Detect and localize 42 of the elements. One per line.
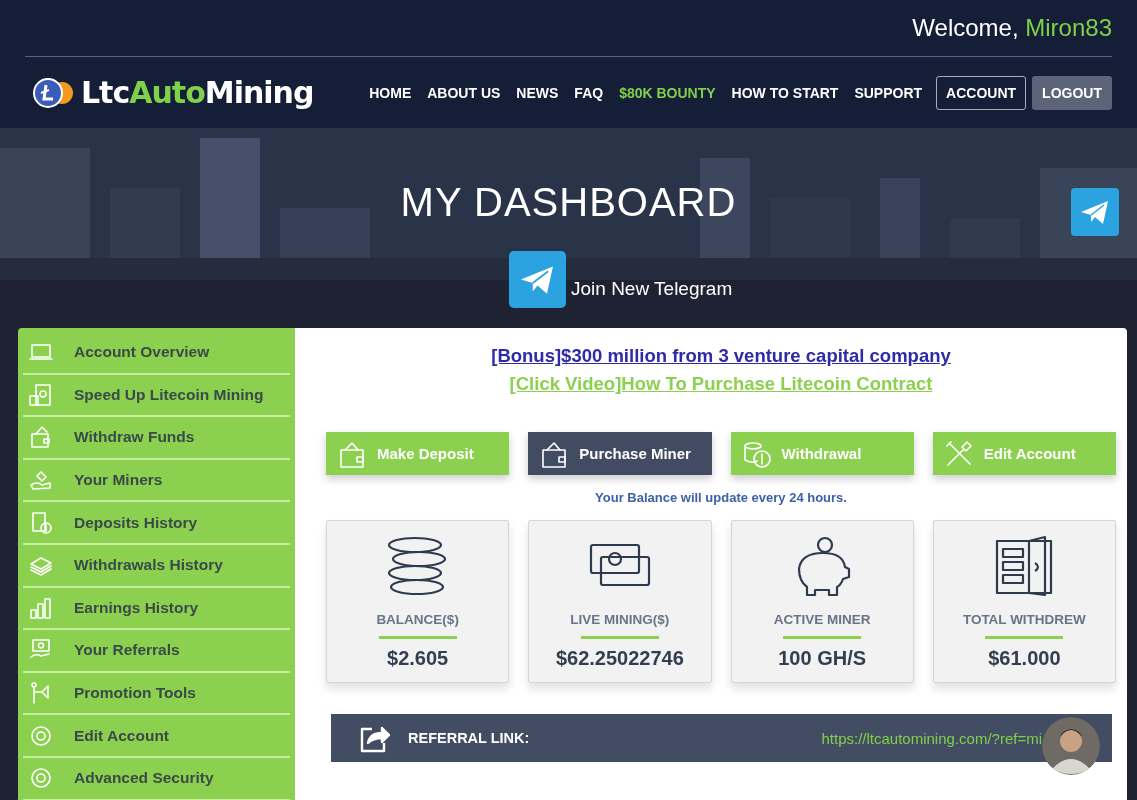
- sidebar-item[interactable]: Earnings History: [23, 587, 290, 631]
- stat-value: 100 GH/S: [778, 647, 867, 670]
- stat-value: $62.25022746: [555, 647, 684, 670]
- nav-link[interactable]: HOW TO START: [725, 75, 845, 110]
- action-button[interactable]: Purchase Miner: [528, 432, 712, 475]
- nav-link[interactable]: FAQ: [568, 75, 610, 110]
- logo-text[interactable]: LtcAutoMining: [81, 75, 314, 110]
- announcement-link[interactable]: [Bonus]$300 million from 3 venture capital company: [491, 342, 951, 370]
- sidebar-item[interactable]: Promotion Tools: [23, 672, 290, 716]
- nav-link[interactable]: NEWS: [510, 75, 565, 110]
- coin-logo-icon: [33, 76, 75, 109]
- sidebar-item[interactable]: Advanced Security: [23, 757, 290, 800]
- balance-note: Your Balance will update every 24 hours.: [594, 490, 848, 505]
- page-title: MY DASHBOARD: [400, 180, 737, 225]
- sidebar-item[interactable]: Edit Account: [23, 715, 290, 758]
- stat-value: $61.000: [988, 647, 1061, 670]
- nav-link[interactable]: SUPPORT: [848, 75, 929, 110]
- stat-label: BALANCE($): [376, 612, 459, 627]
- sidebar-item[interactable]: Your Referrals: [23, 630, 290, 673]
- stat-value: $2.605: [387, 647, 449, 670]
- nav-button[interactable]: LOGOUT: [1032, 75, 1112, 110]
- nav-button[interactable]: ACCOUNT: [936, 75, 1027, 110]
- stat-label: LIVE MINING($): [570, 612, 670, 627]
- username: Miron83: [1025, 14, 1112, 42]
- telegram-icon[interactable]: [509, 251, 566, 308]
- welcome-text: Welcome,: [912, 14, 1020, 42]
- sidebar-item[interactable]: Your Miners: [23, 459, 290, 503]
- telegram-icon[interactable]: [1071, 188, 1119, 236]
- sidebar-item[interactable]: Withdraw Funds: [23, 417, 290, 460]
- nav-link[interactable]: $80K BOUNTY: [613, 75, 722, 110]
- avatar[interactable]: [1042, 717, 1100, 775]
- referral-label: REFERRAL LINK:: [408, 730, 530, 746]
- nav-link[interactable]: ABOUT US: [421, 75, 507, 110]
- stat-label: ACTIVE MINER: [773, 612, 871, 627]
- stat-label: TOTAL WITHDREW: [962, 612, 1086, 627]
- sidebar-item[interactable]: Account Overview: [23, 332, 290, 375]
- sidebar-item[interactable]: Speed Up Litecoin Mining: [23, 374, 290, 418]
- telegram-link[interactable]: Join New Telegram: [571, 278, 733, 300]
- referral-link[interactable]: https://ltcautomining.com/?ref=mi: [821, 729, 1042, 747]
- sidebar-item[interactable]: Deposits History: [23, 502, 290, 545]
- sidebar-item[interactable]: Withdrawals History: [23, 544, 290, 588]
- nav-link[interactable]: HOME: [363, 75, 418, 110]
